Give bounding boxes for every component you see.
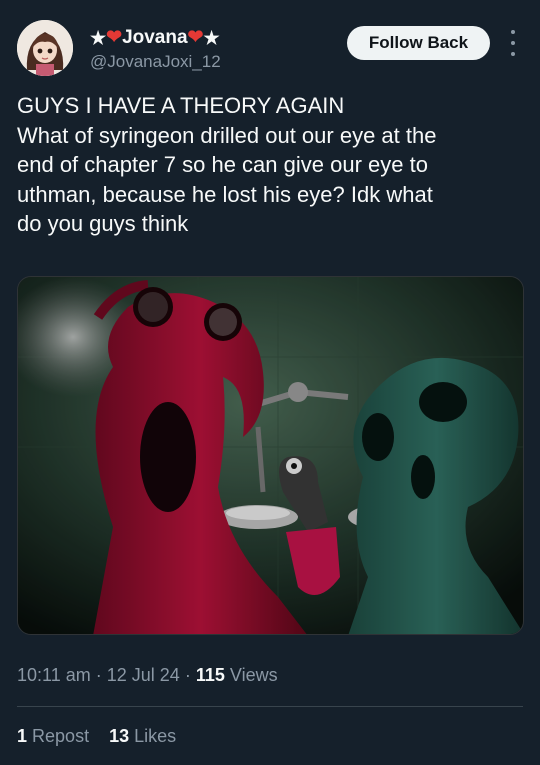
media-illustration	[18, 277, 523, 634]
author-display-name[interactable]: ★ ❤ Jovana ❤ ★	[90, 27, 220, 49]
likes-stat[interactable]: 13 Likes	[109, 726, 176, 746]
star-icon: ★	[203, 28, 220, 48]
tweet-text-line: end of chapter 7 so he can give our eye …	[17, 152, 428, 177]
star-icon: ★	[90, 28, 107, 48]
tweet-text-line: do you guys think	[17, 211, 189, 236]
tweet-date[interactable]: 12 Jul 24	[107, 665, 180, 685]
heart-icon: ❤	[187, 27, 204, 48]
likes-count: 13	[109, 726, 130, 746]
tweet-text: GUYS I HAVE A THEORY AGAIN What of syrin…	[17, 91, 527, 239]
tweet-container: ★ ❤ Jovana ❤ ★ @JovanaJoxi_12 Follow Bac…	[0, 0, 540, 765]
more-vertical-icon[interactable]	[505, 30, 521, 56]
reposts-stat[interactable]: 1 Repost	[17, 726, 89, 746]
likes-label: Likes	[134, 726, 177, 746]
reposts-count: 1	[17, 726, 28, 746]
views-label: Views	[229, 665, 278, 685]
author-avatar[interactable]	[17, 20, 73, 76]
separator: ·	[184, 665, 191, 685]
tweet-meta: 10:11 am · 12 Jul 24 · 115 Views	[17, 665, 278, 686]
tweet-text-line: GUYS I HAVE A THEORY AGAIN	[17, 93, 345, 118]
tweet-stats: 1 Repost 13 Likes	[17, 726, 176, 747]
avatar-image	[17, 20, 73, 76]
tweet-media-image[interactable]	[17, 276, 524, 635]
reposts-label: Repost	[32, 726, 90, 746]
author-name-text: Jovana	[122, 27, 188, 48]
author-handle[interactable]: @JovanaJoxi_12	[90, 52, 221, 72]
tweet-text-line: What of syringeon drilled out our eye at…	[17, 122, 437, 148]
separator: ·	[95, 665, 102, 685]
follow-back-button[interactable]: Follow Back	[347, 26, 490, 60]
views-count: 115	[195, 665, 225, 685]
tweet-time[interactable]: 10:11 am	[17, 665, 91, 685]
heart-icon: ❤	[106, 27, 123, 48]
divider	[17, 706, 523, 707]
tweet-text-line: uthman, because he lost his eye? Idk wha…	[17, 181, 433, 207]
